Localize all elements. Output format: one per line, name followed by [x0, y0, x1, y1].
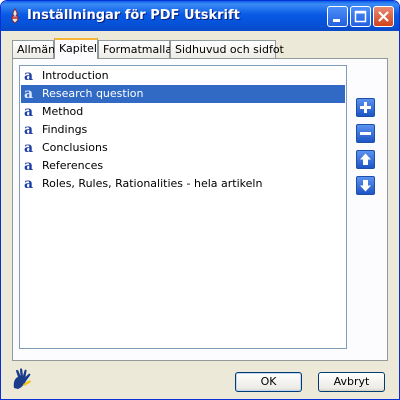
list-item[interactable]: a References [21, 157, 345, 175]
window-title: Inställningar för PDF Utskrift [27, 8, 240, 23]
title-bar[interactable]: Inställningar för PDF Utskrift [1, 1, 399, 31]
list-item[interactable]: a Roles, Rules, Rationalities - hela art… [21, 175, 345, 193]
list-item-label: Roles, Rules, Rationalities - hela artik… [42, 177, 263, 190]
tab-formatmallar[interactable]: Formatmallar [98, 40, 177, 58]
document-style-icon: a [24, 158, 34, 174]
chapter-list[interactable]: a Introduction a Research question a Met… [19, 65, 347, 349]
maximize-button[interactable] [350, 6, 371, 27]
move-up-button[interactable] [356, 150, 375, 169]
document-style-icon: a [24, 68, 34, 84]
close-button[interactable] [373, 6, 394, 27]
move-down-icon [360, 180, 371, 192]
move-down-button[interactable] [356, 176, 375, 195]
tab-sidhuvud-och-sidfot[interactable]: Sidhuvud och sidfot [170, 40, 284, 58]
tab-allmant[interactable]: Allmänt [12, 40, 59, 58]
list-item[interactable]: a Introduction [21, 67, 345, 85]
list-item[interactable]: a Findings [21, 121, 345, 139]
list-item-label: References [42, 159, 104, 172]
remove-icon [360, 132, 371, 135]
list-item-label: Conclusions [42, 141, 108, 154]
list-item-label: Introduction [42, 69, 109, 82]
document-style-icon: a [24, 104, 34, 120]
dialog-window: Inställningar för PDF Utskrift Allmänt K… [0, 0, 400, 400]
list-item-selected[interactable]: a Research question [21, 85, 345, 103]
dialog-body: Allmänt Kapitel Formatmallar Sidhuvud oc… [4, 31, 396, 397]
list-item-label: Research question [42, 87, 144, 100]
add-button[interactable] [356, 98, 375, 117]
document-style-icon: a [24, 86, 34, 102]
list-item[interactable]: a Conclusions [21, 139, 345, 157]
tab-panel: a Introduction a Research question a Met… [12, 58, 388, 361]
move-up-icon [360, 153, 371, 165]
hand-logo-icon [10, 367, 36, 391]
tab-kapitel[interactable]: Kapitel [54, 38, 98, 59]
list-item-label: Method [42, 105, 84, 118]
maximize-icon [354, 10, 367, 23]
cancel-button[interactable]: Avbryt [318, 372, 385, 392]
minimize-button[interactable] [327, 6, 348, 27]
add-icon [360, 102, 371, 113]
list-item[interactable]: a Method [21, 103, 345, 121]
app-icon [7, 8, 23, 24]
ok-button[interactable]: OK [235, 372, 302, 392]
list-item-label: Findings [42, 123, 88, 136]
document-style-icon: a [24, 176, 34, 192]
close-icon [378, 11, 389, 22]
minimize-icon [333, 19, 340, 22]
document-style-icon: a [24, 122, 34, 138]
remove-button[interactable] [356, 124, 375, 143]
document-style-icon: a [24, 140, 34, 156]
